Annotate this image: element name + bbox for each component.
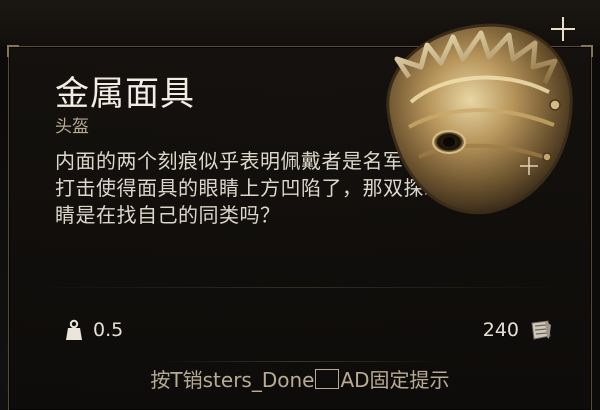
pin-tooltip-hint: 按T销sters_Done AD固定提示: [9, 367, 591, 393]
item-type: 头盔: [55, 117, 89, 137]
game-scene: 金属面具 头盔 内面的两个刻痕似乎表明佩戴者是名军官。沉重的打击使得面具的眼睛上…: [0, 0, 600, 410]
gold-coins-icon: [531, 320, 551, 340]
weight-icon: [66, 319, 82, 340]
hint-suffix: AD固定提示: [340, 368, 450, 392]
price-value: 240: [482, 319, 519, 341]
hint-separator: [159, 361, 443, 362]
tooltip-corner-ornament: [7, 45, 19, 57]
weight-value: 0.5: [93, 319, 124, 341]
metal-mask-icon: [386, 17, 575, 215]
price-stat: 240: [483, 317, 553, 343]
item-name: 金属面具: [55, 74, 195, 114]
weight-stat: 0.5: [65, 317, 123, 343]
hint-prefix: 按T销sters_Done: [150, 368, 315, 392]
item-tooltip: 金属面具 头盔 内面的两个刻痕似乎表明佩戴者是名军官。沉重的打击使得面具的眼睛上…: [7, 17, 593, 410]
key-box-icon: [315, 369, 340, 389]
tooltip-divider: [39, 287, 563, 288]
